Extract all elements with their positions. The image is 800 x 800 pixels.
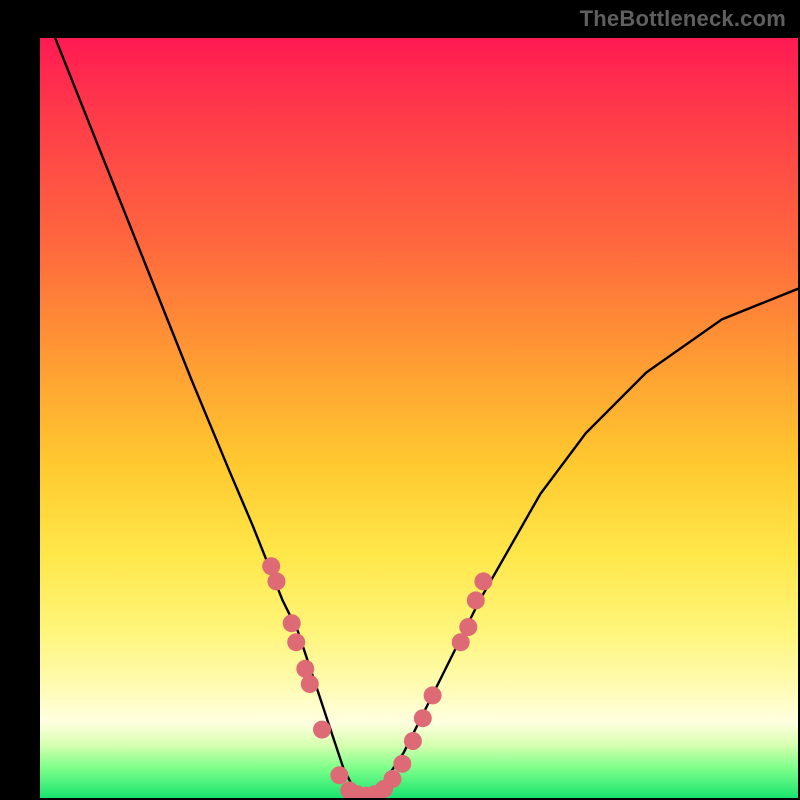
data-point bbox=[474, 572, 492, 590]
data-point bbox=[287, 633, 305, 651]
data-point bbox=[330, 766, 348, 784]
data-point bbox=[467, 591, 485, 609]
data-point bbox=[404, 732, 422, 750]
plot-area bbox=[40, 38, 798, 798]
curve-path-group bbox=[55, 38, 798, 798]
data-point bbox=[459, 618, 477, 636]
watermark-text: TheBottleneck.com bbox=[580, 6, 786, 32]
data-point bbox=[313, 721, 331, 739]
bottleneck-curve bbox=[55, 38, 798, 798]
curve-layer bbox=[40, 38, 798, 798]
data-point bbox=[268, 572, 286, 590]
data-point bbox=[283, 614, 301, 632]
data-point bbox=[393, 755, 411, 773]
data-point bbox=[424, 686, 442, 704]
data-point bbox=[414, 709, 432, 727]
data-point bbox=[296, 660, 314, 678]
data-point bbox=[301, 675, 319, 693]
marker-group bbox=[262, 557, 492, 798]
chart-frame: TheBottleneck.com bbox=[0, 0, 800, 800]
data-point bbox=[384, 770, 402, 788]
